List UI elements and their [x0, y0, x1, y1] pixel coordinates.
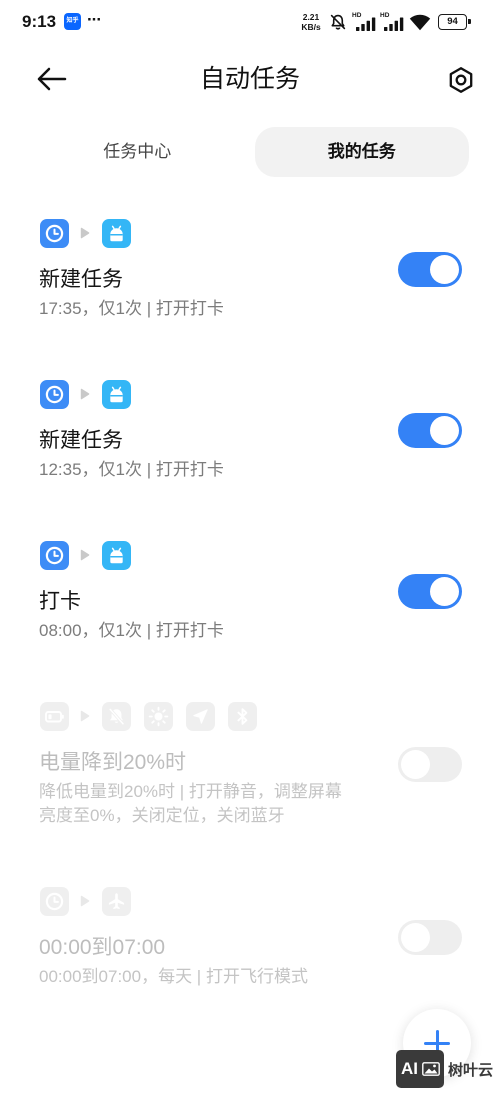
- task-item[interactable]: 新建任务 17:35，仅1次 | 打开打卡: [0, 189, 500, 350]
- settings-icon: [449, 67, 473, 93]
- task-flow-icons: [40, 379, 390, 409]
- task-content: 新建任务 17:35，仅1次 | 打开打卡: [39, 218, 390, 321]
- battery-level: 94: [447, 16, 458, 27]
- network-speed: 2.21 KB/s: [297, 12, 325, 32]
- bluetooth-icon: [228, 701, 257, 731]
- signal-2-icon: HD: [380, 12, 404, 31]
- task-description: 08:00，仅1次 | 打开打卡: [39, 619, 390, 643]
- clock-icon: [40, 540, 69, 570]
- task-item[interactable]: 新建任务 12:35，仅1次 | 打开打卡: [0, 350, 500, 511]
- app-icon: [102, 218, 131, 248]
- watermark-text: 树叶云: [448, 1061, 494, 1079]
- task-content: 打卡 08:00，仅1次 | 打开打卡: [39, 540, 390, 643]
- more-notifications-icon: ···: [87, 10, 102, 29]
- wifi-icon: [409, 14, 431, 31]
- task-title: 打卡: [39, 589, 81, 613]
- flow-arrow-icon: [80, 549, 90, 561]
- task-enable-toggle[interactable]: [398, 413, 462, 448]
- back-button[interactable]: [34, 64, 70, 94]
- tab-task-center[interactable]: 任务中心: [30, 127, 245, 177]
- task-flow-icons: [40, 886, 390, 916]
- clock-icon: [40, 886, 69, 916]
- task-title: 电量降到20%时: [39, 750, 187, 774]
- clock-icon: [40, 379, 69, 409]
- status-bar: 9:13 知乎 ··· 2.21 KB/s HD HD 94: [0, 0, 500, 45]
- task-title: 新建任务: [39, 267, 123, 291]
- task-flow-icons: [40, 701, 390, 731]
- task-title: 新建任务: [39, 428, 123, 452]
- task-content: 电量降到20%时 降低电量到20%时 | 打开静音，调整屏幕 亮度至0%，关闭定…: [39, 701, 390, 828]
- app-icon: [102, 540, 131, 570]
- clock-icon: [40, 218, 69, 248]
- toggle-knob: [401, 750, 430, 779]
- task-list: 新建任务 17:35，仅1次 | 打开打卡 新建任务 12:35，仅1次 | 打…: [0, 189, 500, 1018]
- task-enable-toggle[interactable]: [398, 574, 462, 609]
- mute-icon: [102, 701, 131, 731]
- task-description-line: 降低电量到20%时 | 打开静音，调整屏幕: [39, 781, 342, 801]
- task-content: 00:00到07:00 00:00到07:00，每天 | 打开飞行模式: [39, 886, 390, 989]
- task-description: 00:00到07:00，每天 | 打开飞行模式: [39, 965, 390, 989]
- app-icon: [102, 379, 131, 409]
- battery-icon: [40, 701, 69, 731]
- tab-my-tasks[interactable]: 我的任务: [254, 127, 469, 177]
- network-speed-value: 2.21: [302, 12, 320, 22]
- watermark: AI 树叶云: [396, 1050, 493, 1088]
- toggle-knob: [430, 416, 459, 445]
- watermark-logo: AI: [396, 1050, 444, 1088]
- status-time: 9:13: [22, 12, 57, 31]
- task-title: 00:00到07:00: [39, 935, 166, 959]
- back-arrow-icon: [37, 67, 67, 91]
- watermark-logo-text: AI: [401, 1059, 418, 1078]
- task-enable-toggle[interactable]: [398, 252, 462, 287]
- task-item[interactable]: 电量降到20%时 降低电量到20%时 | 打开静音，调整屏幕 亮度至0%，关闭定…: [0, 672, 500, 857]
- task-description-line: 00:00到07:00，每天 | 打开飞行模式: [39, 966, 308, 986]
- task-description: 降低电量到20%时 | 打开静音，调整屏幕 亮度至0%，关闭定位，关闭蓝牙: [39, 780, 390, 828]
- task-item[interactable]: 打卡 08:00，仅1次 | 打开打卡: [0, 511, 500, 672]
- task-description-line: 12:35，仅1次 | 打开打卡: [39, 459, 224, 479]
- task-item[interactable]: 00:00到07:00 00:00到07:00，每天 | 打开飞行模式: [0, 857, 500, 1018]
- task-description-line: 亮度至0%，关闭定位，关闭蓝牙: [39, 805, 285, 825]
- image-icon: [422, 1062, 440, 1076]
- flow-arrow-icon: [80, 895, 90, 907]
- flow-arrow-icon: [80, 710, 90, 722]
- location-icon: [186, 701, 215, 731]
- task-enable-toggle[interactable]: [398, 747, 462, 782]
- task-flow-icons: [40, 218, 390, 248]
- network-speed-unit: KB/s: [301, 22, 321, 32]
- flow-arrow-icon: [80, 388, 90, 400]
- flow-arrow-icon: [80, 227, 90, 239]
- signal-1-icon: HD: [352, 12, 376, 31]
- task-description-line: 08:00，仅1次 | 打开打卡: [39, 620, 224, 640]
- zhihu-notification-icon: 知乎: [64, 13, 81, 30]
- task-tabs: 任务中心 我的任务: [30, 127, 469, 177]
- task-flow-icons: [40, 540, 390, 570]
- battery-icon: 94: [438, 14, 471, 30]
- task-enable-toggle[interactable]: [398, 920, 462, 955]
- toggle-knob: [430, 255, 459, 284]
- mute-icon: [329, 13, 347, 31]
- toggle-knob: [430, 577, 459, 606]
- airplane-icon: [102, 886, 131, 916]
- task-description: 12:35，仅1次 | 打开打卡: [39, 458, 390, 482]
- task-description-line: 17:35，仅1次 | 打开打卡: [39, 298, 224, 318]
- task-content: 新建任务 12:35，仅1次 | 打开打卡: [39, 379, 390, 482]
- toggle-knob: [401, 923, 430, 952]
- brightness-icon: [144, 701, 173, 731]
- page-title: 自动任务: [199, 65, 300, 93]
- task-description: 17:35，仅1次 | 打开打卡: [39, 297, 390, 321]
- settings-button[interactable]: [446, 65, 476, 95]
